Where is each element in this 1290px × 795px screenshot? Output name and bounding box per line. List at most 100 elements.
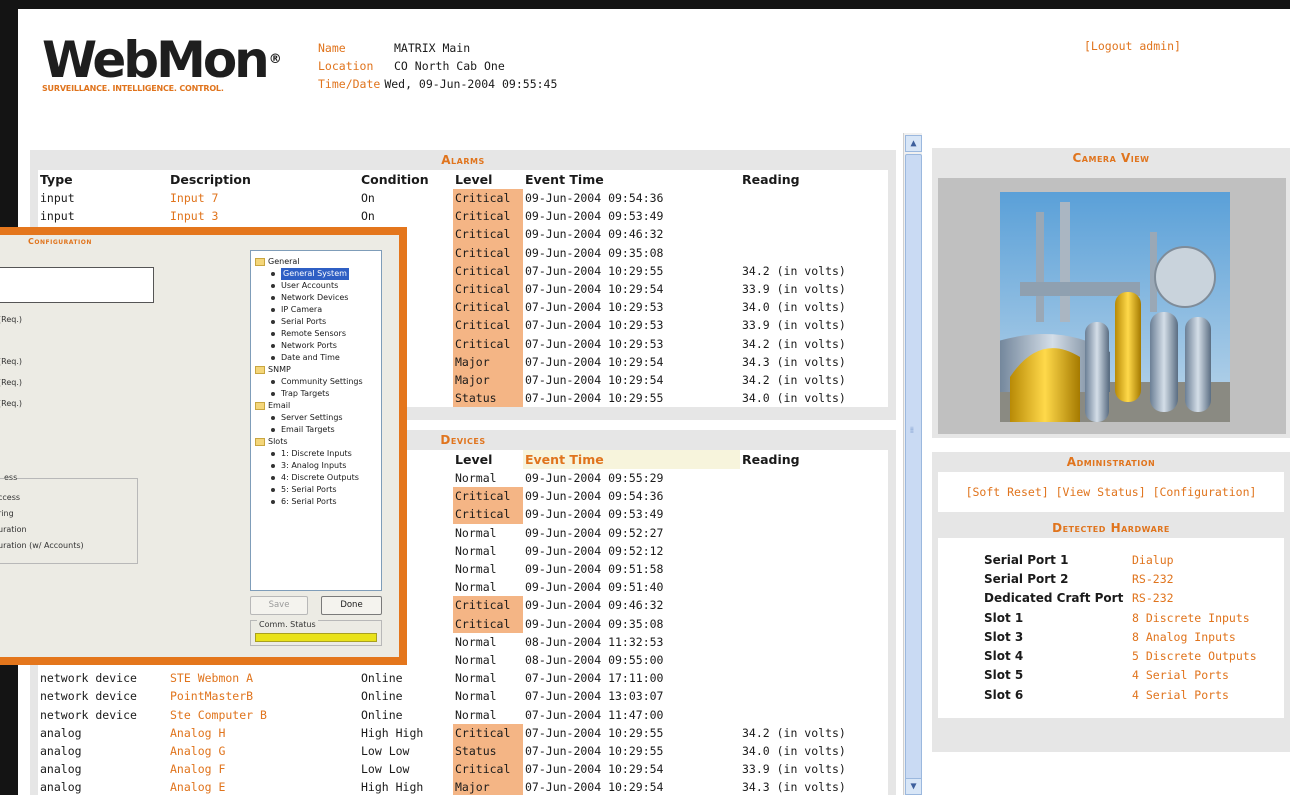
- table-row: analog Analog E High High Major 07-Jun-2004 …: [38, 778, 888, 795]
- tree-item[interactable]: Serial Ports: [255, 316, 381, 328]
- hardware-value-link[interactable]: 5 Discrete Outputs: [1132, 649, 1257, 663]
- bullet-icon: [271, 464, 275, 468]
- hardware-label: Slot 5: [984, 668, 1024, 683]
- cell-description[interactable]: Analog H: [168, 724, 359, 742]
- required-label: (Req.): [0, 399, 22, 408]
- hardware-value-link[interactable]: RS-232: [1132, 572, 1174, 586]
- cell-reading: [740, 469, 888, 487]
- cell-event-time: 07-Jun-2004 10:29:54: [525, 282, 664, 297]
- tree-folder[interactable]: Slots: [255, 436, 381, 448]
- hardware-value-link[interactable]: RS-232: [1132, 591, 1174, 605]
- bullet-icon: [271, 476, 275, 480]
- tree-item[interactable]: Email Targets: [255, 424, 381, 436]
- tree-item[interactable]: 3: Analog Inputs: [255, 460, 381, 472]
- cell-condition: Online: [361, 689, 403, 704]
- location-label: Location: [318, 59, 374, 73]
- cell-level: Critical: [453, 596, 523, 615]
- tree-item[interactable]: IP Camera: [255, 304, 381, 316]
- tree-item[interactable]: 6: Serial Ports: [255, 496, 381, 508]
- cell-description[interactable]: PointMasterB: [168, 687, 359, 705]
- cell-reading: [740, 207, 888, 225]
- hardware-value-link[interactable]: 4 Serial Ports: [1132, 668, 1229, 682]
- tree-item-label: 6: Serial Ports: [281, 497, 337, 506]
- cell-level: Critical: [453, 334, 523, 353]
- configuration-link[interactable]: [Configuration]: [1153, 485, 1257, 499]
- access-option[interactable]: ring: [0, 509, 14, 518]
- tree-item[interactable]: 4: Discrete Outputs: [255, 472, 381, 484]
- tree-item-label: Trap Targets: [281, 389, 330, 398]
- column-header-reading[interactable]: Reading: [740, 170, 888, 189]
- cell-reading: 34.2 (in volts): [742, 263, 846, 278]
- hardware-value-link[interactable]: 8 Discrete Inputs: [1132, 611, 1250, 625]
- tree-folder[interactable]: General: [255, 256, 381, 268]
- config-text-field[interactable]: [0, 267, 154, 303]
- required-label: (Req.): [0, 378, 22, 387]
- save-button[interactable]: Save: [250, 596, 308, 615]
- tree-item[interactable]: Date and Time: [255, 352, 381, 364]
- configuration-window: Configuration (Req.) (Req.) (Req.) (Req.…: [0, 235, 399, 657]
- cell-condition: Low Low: [361, 762, 410, 777]
- view-status-link[interactable]: [View Status]: [1056, 485, 1146, 499]
- column-header-condition[interactable]: Condition: [359, 170, 453, 189]
- column-header-type[interactable]: Type: [38, 170, 168, 189]
- cell-description[interactable]: STE Webmon A: [168, 669, 359, 687]
- location-value: CO North Cab One: [394, 59, 505, 73]
- column-header-description[interactable]: Description: [168, 170, 359, 189]
- cell-description[interactable]: Analog E: [168, 778, 359, 795]
- tree-item[interactable]: Trap Targets: [255, 388, 381, 400]
- logout-link[interactable]: [Logout admin]: [1084, 39, 1181, 53]
- scroll-up-arrow-icon[interactable]: ▲: [905, 135, 922, 152]
- tree-item[interactable]: Server Settings: [255, 412, 381, 424]
- soft-reset-link[interactable]: [Soft Reset]: [966, 485, 1049, 499]
- cell-description[interactable]: Analog G: [168, 742, 359, 760]
- hardware-row: Dedicated Craft Port RS-232: [984, 589, 1284, 608]
- cell-level: Status: [453, 389, 523, 408]
- cell-reading: 34.2 (in volts): [742, 336, 846, 351]
- access-option[interactable]: uration: [0, 525, 27, 534]
- access-option[interactable]: uration (w/ Accounts): [0, 541, 84, 550]
- tree-item[interactable]: 1: Discrete Inputs: [255, 448, 381, 460]
- camera-viewport: [938, 178, 1286, 434]
- cell-level: Normal: [455, 707, 497, 722]
- column-header-level[interactable]: Level: [453, 170, 523, 189]
- scroll-down-arrow-icon[interactable]: ▼: [905, 778, 922, 795]
- done-button[interactable]: Done: [321, 596, 382, 615]
- cell-level: Normal: [455, 471, 497, 486]
- tree-item[interactable]: 5: Serial Ports: [255, 484, 381, 496]
- hardware-value-link[interactable]: Dialup: [1132, 553, 1174, 567]
- scrollbar-thumb[interactable]: ≡ ≡: [905, 154, 922, 795]
- tree-item[interactable]: Remote Sensors: [255, 328, 381, 340]
- cell-description[interactable]: Analog F: [168, 760, 359, 778]
- tree-folder[interactable]: Email: [255, 400, 381, 412]
- hardware-label: Serial Port 2: [984, 571, 1069, 586]
- cell-description[interactable]: Ste Computer B: [168, 705, 359, 723]
- hardware-value-link[interactable]: 4 Serial Ports: [1132, 688, 1229, 702]
- cell-description[interactable]: Input 3: [168, 207, 359, 225]
- tree-item[interactable]: Community Settings: [255, 376, 381, 388]
- tree-item[interactable]: Network Devices: [255, 292, 381, 304]
- column-header-level[interactable]: Level: [453, 450, 523, 469]
- column-header-event-time[interactable]: Event Time: [523, 170, 740, 189]
- tree-folder[interactable]: SNMP: [255, 364, 381, 376]
- cell-reading: 34.3 (in volts): [742, 780, 846, 795]
- bullet-icon: [271, 500, 275, 504]
- tree-item[interactable]: General System: [255, 268, 381, 280]
- hardware-value-link[interactable]: 8 Analog Inputs: [1132, 630, 1236, 644]
- bullet-icon: [271, 452, 275, 456]
- cell-description[interactable]: Input 7: [168, 189, 359, 207]
- column-header-reading[interactable]: Reading: [740, 450, 888, 469]
- tree-item[interactable]: Network Ports: [255, 340, 381, 352]
- column-header-event-time[interactable]: Event Time: [523, 450, 740, 469]
- table-row: input Input 7 On Critical 09-Jun-2004 09:54:…: [38, 189, 888, 208]
- vertical-scrollbar[interactable]: ▲ ≡ ≡ ▼: [903, 133, 922, 795]
- tree-item[interactable]: User Accounts: [255, 280, 381, 292]
- configuration-tree[interactable]: General General System User Accounts Networ…: [250, 250, 382, 591]
- cell-event-time: 09-Jun-2004 09:46:32: [525, 598, 664, 613]
- cell-type: analog: [40, 725, 82, 740]
- access-level-fieldset: [0, 478, 138, 564]
- access-option[interactable]: ccess: [0, 493, 20, 502]
- cell-type: analog: [40, 743, 82, 758]
- cell-level: Critical: [453, 316, 523, 335]
- hardware-row: Slot 6 4 Serial Ports: [984, 685, 1284, 704]
- grip-icon: ≡ ≡: [910, 425, 914, 435]
